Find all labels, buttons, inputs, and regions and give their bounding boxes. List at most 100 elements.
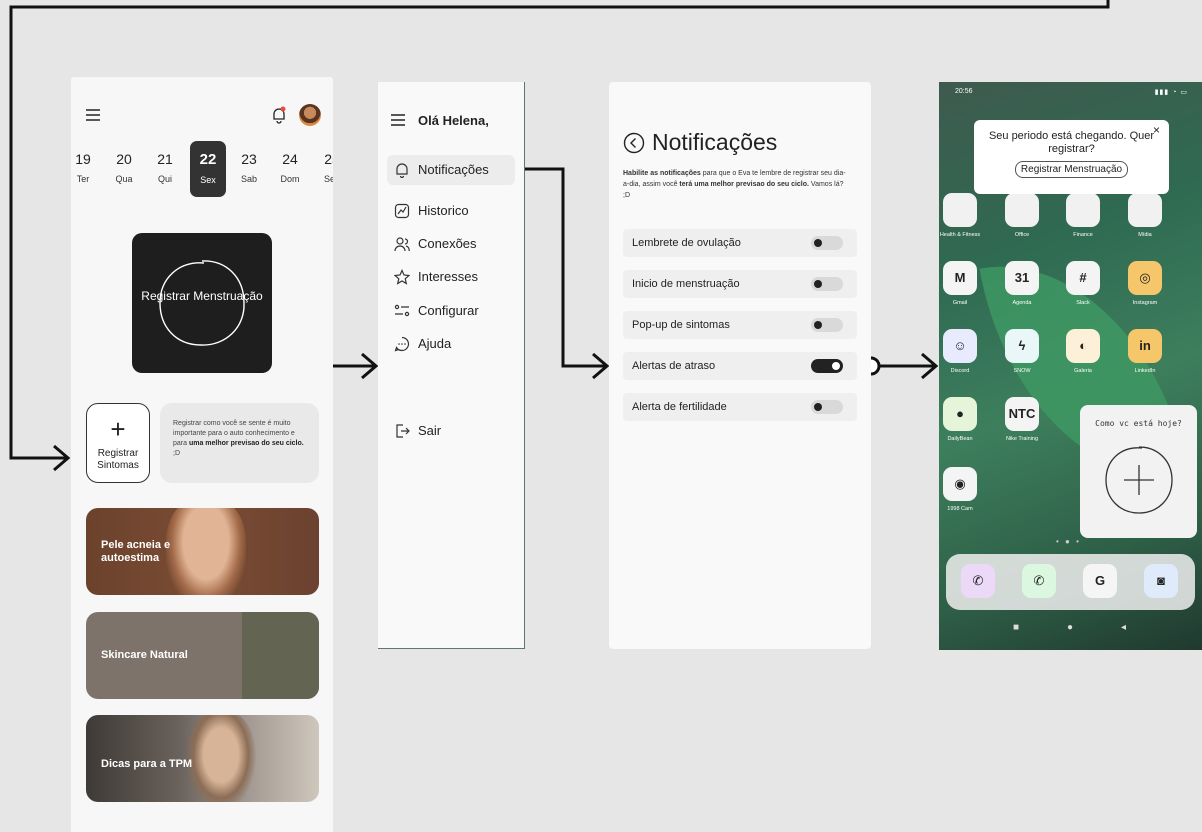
period-notification-popup: × Seu periodo está chegando. Quer regist…: [974, 120, 1169, 194]
dock-glyph-icon: ✆: [961, 564, 995, 598]
toggle-switch[interactable]: [811, 277, 843, 291]
arrow-2-to-3: [525, 167, 605, 368]
star-icon: [394, 269, 410, 285]
app-icon-slack[interactable]: # Slack: [1062, 261, 1104, 306]
chart-icon: [394, 203, 410, 219]
article-card-tpm[interactable]: Dicas para a TPM: [86, 715, 319, 802]
app-glyph-icon: ●: [943, 397, 977, 431]
app-glyph-icon: ◎: [1128, 261, 1162, 295]
hamburger-menu-icon[interactable]: [391, 114, 405, 126]
logout-icon: [396, 424, 410, 438]
hand-drawn-circle-icon: [159, 260, 245, 346]
app-icon-nike-training[interactable]: NTC Nike Training: [1001, 397, 1043, 442]
dock-app-icon[interactable]: ✆: [1018, 564, 1060, 598]
app-label: Nike Training: [1005, 436, 1039, 442]
app-glyph-icon: NTC: [1005, 397, 1039, 431]
toggle-row-menstruacao: Inicio de menstruação: [623, 270, 857, 298]
register-period-button[interactable]: Registrar Menstruação: [132, 233, 272, 373]
app-label: Agenda: [1012, 300, 1032, 306]
app-icon-instagram[interactable]: ◎ Instagram: [1124, 261, 1166, 306]
menu-item-notificacoes[interactable]: Notificações: [387, 155, 515, 185]
day-25[interactable]: 25Seg: [314, 141, 333, 197]
notifications-description: Habilite as notificações para que o Eva …: [623, 170, 846, 199]
page-indicator: • ● •: [1056, 537, 1081, 546]
toggle-switch[interactable]: [811, 236, 843, 250]
close-icon[interactable]: ×: [1153, 123, 1160, 137]
article-card-skincare[interactable]: Skincare Natural: [86, 612, 319, 699]
greeting: Olá Helena,: [418, 113, 489, 128]
symptoms-info: Registrar como você se sente é muito imp…: [160, 403, 319, 483]
app-label: DailyBean: [947, 436, 973, 442]
article-title: Skincare Natural: [101, 649, 188, 661]
status-time: 20:56: [955, 88, 973, 95]
app-icon-1998-cam[interactable]: ◉ 1998 Cam: [939, 467, 981, 512]
widget-title: Como vc está hoje?: [1095, 419, 1182, 428]
toggle-switch[interactable]: [811, 400, 843, 414]
bell-icon[interactable]: [269, 105, 289, 125]
mood-widget[interactable]: Como vc está hoje?: [1080, 405, 1197, 538]
menu-item-sair[interactable]: Sair: [387, 416, 515, 446]
article-title: Pele acneia e autoestima: [101, 539, 171, 564]
app-dock: ✆ ✆ G ◙: [946, 554, 1195, 610]
app-label: 1998 Cam: [947, 506, 973, 512]
app-glyph-icon: in: [1128, 329, 1162, 363]
app-label: LinkedIn: [1134, 368, 1156, 374]
article-card-acne[interactable]: Pele acneia e autoestima: [86, 508, 319, 595]
menu-item-interesses[interactable]: Interesses: [387, 262, 515, 292]
menu-item-conexoes[interactable]: Conexões: [387, 229, 515, 259]
back-button[interactable]: ◂: [1121, 622, 1126, 633]
phone-home-screen: 20:56 ▮▮▮ ◔ ▭ Health & Fitness Office Fina…: [939, 82, 1202, 650]
popup-register-button[interactable]: Registrar Menstruação: [1014, 161, 1129, 178]
article-title: Dicas para a TPM: [101, 758, 193, 770]
hamburger-menu-icon[interactable]: [85, 108, 101, 122]
toggle-row-sintomas: Pop-up de sintomas: [623, 311, 857, 339]
menu-item-configurar[interactable]: Configurar: [387, 296, 515, 326]
toggle-switch[interactable]: [811, 318, 843, 332]
app-label: SNOW: [1013, 368, 1031, 374]
home-button[interactable]: ●: [1067, 622, 1073, 633]
notifications-screen: Notificações Habilite as notificações pa…: [609, 82, 871, 649]
chat-icon: [394, 336, 410, 352]
day-24[interactable]: 24 Dom: [272, 141, 308, 197]
app-icon-dailybean[interactable]: ● DailyBean: [939, 397, 981, 442]
dock-app-icon[interactable]: ✆: [957, 564, 999, 598]
app-icon-health-fitness[interactable]: Health & Fitness: [939, 193, 981, 238]
app-glyph-icon: #: [1066, 261, 1100, 295]
avatar[interactable]: [299, 104, 321, 126]
day-23[interactable]: 23 Sab: [231, 141, 267, 197]
week-strip: 19Ter 20Qua 21Qui 22Sex 23Sab 24Dom 25Se…: [71, 141, 333, 197]
menu-item-ajuda[interactable]: Ajuda: [387, 329, 515, 359]
back-icon[interactable]: [623, 132, 645, 154]
register-symptoms-button[interactable]: + Registrar Sintomas: [86, 403, 150, 483]
app-icon-office[interactable]: Office: [1001, 193, 1043, 238]
register-symptoms-label: Registrar Sintomas: [97, 448, 139, 471]
app-icon-galeria[interactable]: ◐ Galeria: [1062, 329, 1104, 374]
recent-apps-button[interactable]: ■: [1013, 622, 1019, 633]
users-icon: [394, 237, 410, 252]
app-icon-finance[interactable]: Finance: [1062, 193, 1104, 238]
article-image: [186, 715, 256, 802]
menu-item-historico[interactable]: Historico: [387, 196, 515, 226]
app-glyph-icon: ◉: [943, 467, 977, 501]
day-22-selected[interactable]: 22 Sex: [190, 141, 226, 197]
dock-app-icon[interactable]: ◙: [1140, 564, 1182, 598]
dock-app-icon[interactable]: G: [1079, 564, 1121, 598]
app-icon-m-dia[interactable]: Mídia: [1124, 193, 1166, 238]
app-glyph-icon: ϟ: [1005, 329, 1039, 363]
article-image: [242, 612, 319, 699]
day-19[interactable]: 19 Ter: [71, 141, 101, 197]
toggle-row-atraso: Alertas de atraso: [623, 352, 857, 380]
app-icon-agenda[interactable]: 31 Agenda: [1001, 261, 1043, 306]
bell-icon: [396, 163, 408, 178]
day-20[interactable]: 20 Qua: [106, 141, 142, 197]
app-label: Instagram: [1132, 300, 1158, 306]
toggle-switch-on[interactable]: [811, 359, 843, 373]
app-icon-snow[interactable]: ϟ SNOW: [1001, 329, 1043, 374]
app-glyph-icon: [1066, 193, 1100, 227]
app-label: Galeria: [1074, 368, 1092, 374]
day-21[interactable]: 21 Qui: [147, 141, 183, 197]
app-icon-linkedin[interactable]: in LinkedIn: [1124, 329, 1166, 374]
app-icon-gmail[interactable]: M Gmail: [939, 261, 981, 306]
register-period-label: Registrar Menstruação: [141, 289, 263, 303]
app-icon-discord[interactable]: ☺ Discord: [939, 329, 981, 374]
